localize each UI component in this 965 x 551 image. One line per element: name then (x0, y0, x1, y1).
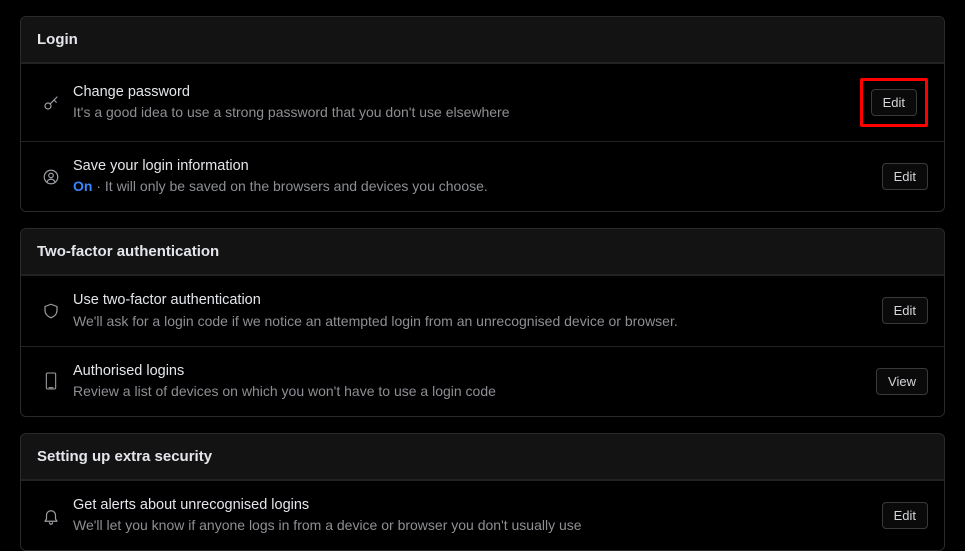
change-password-desc: It's a good idea to use a strong passwor… (73, 102, 848, 123)
auth-logins-action: View (876, 368, 928, 395)
auth-logins-row: Authorised logins Review a list of devic… (21, 346, 944, 416)
use-tfa-title: Use two-factor authentication (73, 290, 870, 310)
alerts-desc: We'll let you know if anyone logs in fro… (73, 515, 870, 536)
use-tfa-row: Use two-factor authentication We'll ask … (21, 275, 944, 345)
change-password-title: Change password (73, 82, 848, 102)
use-tfa-body: Use two-factor authentication We'll ask … (73, 290, 870, 331)
save-login-action: Edit (882, 163, 928, 190)
shield-icon (37, 302, 65, 320)
use-tfa-desc: We'll ask for a login code if we notice … (73, 311, 870, 332)
extra-security-header: Setting up extra security (21, 434, 944, 480)
alerts-row: Get alerts about unrecognised logins We'… (21, 480, 944, 550)
save-login-sep: · (92, 178, 104, 194)
save-login-desc-line: On · It will only be saved on the browse… (73, 176, 870, 197)
alerts-title: Get alerts about unrecognised logins (73, 495, 870, 515)
change-password-body: Change password It's a good idea to use … (73, 82, 848, 123)
alerts-action: Edit (882, 502, 928, 529)
bell-icon (37, 507, 65, 525)
auth-logins-title: Authorised logins (73, 361, 864, 381)
device-icon (37, 371, 65, 391)
highlight-change-password-edit: Edit (860, 78, 928, 127)
alerts-body: Get alerts about unrecognised logins We'… (73, 495, 870, 536)
login-section: Login Change password It's a good idea t… (20, 16, 945, 212)
use-tfa-action: Edit (882, 297, 928, 324)
change-password-row: Change password It's a good idea to use … (21, 63, 944, 141)
alerts-edit-button[interactable]: Edit (882, 502, 928, 529)
save-login-title: Save your login information (73, 156, 870, 176)
tfa-section-header: Two-factor authentication (21, 229, 944, 275)
save-login-body: Save your login information On · It will… (73, 156, 870, 197)
save-login-edit-button[interactable]: Edit (882, 163, 928, 190)
auth-logins-desc: Review a list of devices on which you wo… (73, 381, 864, 402)
auth-logins-view-button[interactable]: View (876, 368, 928, 395)
key-icon (37, 94, 65, 112)
tfa-section: Two-factor authentication Use two-factor… (20, 228, 945, 417)
extra-security-section: Setting up extra security Get alerts abo… (20, 433, 945, 551)
save-login-desc: It will only be saved on the browsers an… (105, 178, 488, 194)
use-tfa-edit-button[interactable]: Edit (882, 297, 928, 324)
auth-logins-body: Authorised logins Review a list of devic… (73, 361, 864, 402)
change-password-action: Edit (860, 78, 928, 127)
user-circle-icon (37, 168, 65, 186)
login-section-header: Login (21, 17, 944, 63)
save-login-status: On (73, 178, 92, 194)
change-password-edit-button[interactable]: Edit (871, 89, 917, 116)
save-login-row: Save your login information On · It will… (21, 141, 944, 211)
